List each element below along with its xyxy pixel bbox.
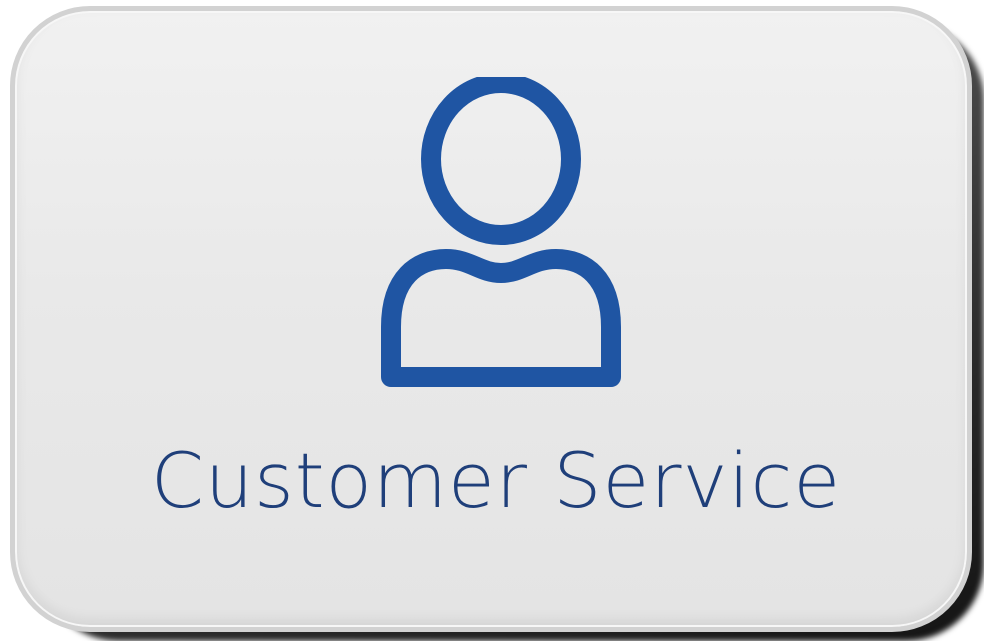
screen: Customer Service bbox=[0, 0, 984, 641]
customer-service-tile[interactable]: Customer Service bbox=[10, 6, 972, 632]
user-icon bbox=[360, 77, 642, 393]
tile-label: Customer Service bbox=[150, 436, 842, 525]
